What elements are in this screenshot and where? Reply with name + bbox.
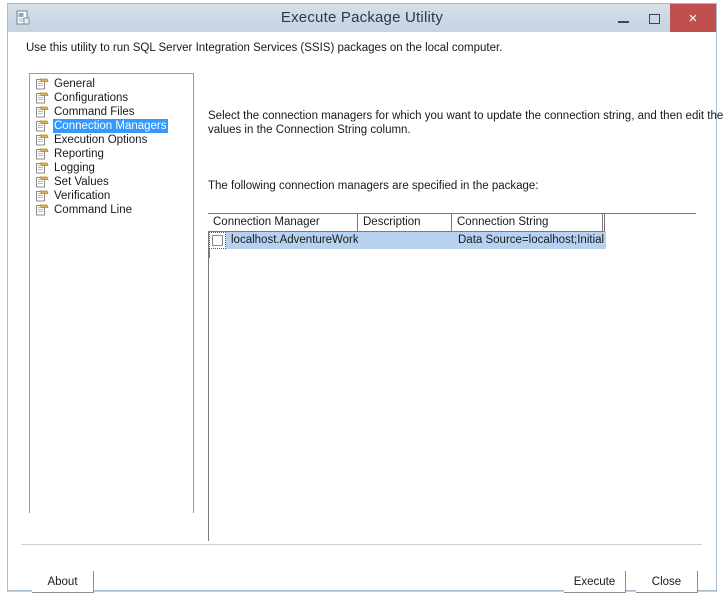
tree-item-verification[interactable]: Verification xyxy=(30,189,193,203)
tree-item-label: Command Files xyxy=(54,106,135,118)
tree-item-command-line[interactable]: Command Line xyxy=(30,203,193,217)
maximize-icon xyxy=(649,13,660,24)
tree-node-icon xyxy=(36,92,49,104)
tree-node-icon xyxy=(36,78,49,90)
tree-node-icon xyxy=(36,120,49,132)
execute-button[interactable]: Execute xyxy=(564,571,626,593)
package-utility-icon xyxy=(16,10,33,27)
tree-item-connection-managers[interactable]: Connection Managers xyxy=(30,119,193,133)
tree-item-general[interactable]: General xyxy=(30,77,193,91)
cell-connection-string[interactable]: Data Source=localhost;Initial... xyxy=(453,232,604,249)
navigation-tree[interactable]: General Configurations Command Files Connec… xyxy=(29,73,194,513)
row-select-cell[interactable] xyxy=(209,232,226,249)
tree-item-label: Verification xyxy=(54,190,111,202)
tree-node-icon xyxy=(36,148,49,160)
minimize-icon xyxy=(618,20,629,23)
tree-item-label: Configurations xyxy=(54,92,129,104)
tree-item-reporting[interactable]: Reporting xyxy=(30,147,193,161)
cell-spacer xyxy=(604,232,606,249)
tree-item-logging[interactable]: Logging xyxy=(30,161,193,175)
pane-description-line2: values in the Connection String column. xyxy=(208,124,411,136)
tree-item-command-files[interactable]: Command Files xyxy=(30,105,193,119)
table-row[interactable]: localhost.AdventureWork... Data Source=lo… xyxy=(209,232,606,249)
tree-node-icon xyxy=(36,204,49,216)
grid-column-header[interactable]: Connection Manager xyxy=(208,214,358,232)
execute-package-utility-window: Execute Package Utility × Use this utili… xyxy=(0,0,724,599)
tree-node-icon xyxy=(36,106,49,118)
tree-item-configurations[interactable]: Configurations xyxy=(30,91,193,105)
row-checkbox[interactable] xyxy=(212,235,223,246)
minimize-button[interactable] xyxy=(608,4,639,33)
grid-row-cursor xyxy=(209,249,210,258)
tree-item-label: Logging xyxy=(54,162,95,174)
window-controls: × xyxy=(608,4,716,33)
grid-column-header[interactable]: Description xyxy=(358,214,452,232)
tree-item-execution-options[interactable]: Execution Options xyxy=(30,133,193,147)
tree-item-label: Execution Options xyxy=(54,134,148,146)
cell-connection-manager[interactable]: localhost.AdventureWork... xyxy=(226,232,358,249)
title-bar[interactable]: Execute Package Utility × xyxy=(7,3,717,33)
tree-item-label: General xyxy=(54,78,95,90)
tree-node-icon xyxy=(36,162,49,174)
tree-node-icon xyxy=(36,176,49,188)
pane-list-intro: The following connection managers are sp… xyxy=(208,180,539,192)
cell-description[interactable] xyxy=(358,232,453,249)
about-button[interactable]: About xyxy=(32,571,94,593)
grid-header-row: Connection Manager Description Connection … xyxy=(208,214,605,232)
grid-column-header[interactable]: Connection String xyxy=(452,214,603,232)
maximize-button[interactable] xyxy=(639,4,670,33)
footer-separator xyxy=(21,544,702,545)
close-button[interactable]: × xyxy=(670,4,716,33)
tree-item-label: Reporting xyxy=(54,148,104,160)
close-dialog-button[interactable]: Close xyxy=(636,571,698,593)
client-area: Use this utility to run SQL Server Integ… xyxy=(8,32,723,593)
grid-left-edge xyxy=(208,214,209,541)
tree-item-set-values[interactable]: Set Values xyxy=(30,175,193,189)
tree-node-icon xyxy=(36,190,49,202)
close-icon: × xyxy=(688,10,698,27)
intro-text: Use this utility to run SQL Server Integ… xyxy=(26,42,503,54)
tree-node-icon xyxy=(36,134,49,146)
grid-column-header[interactable] xyxy=(603,214,605,232)
tree-item-label: Command Line xyxy=(54,204,132,216)
connection-managers-grid[interactable]: Connection Manager Description Connection … xyxy=(208,213,696,541)
tree-item-label: Set Values xyxy=(54,176,109,188)
tree-item-label: Connection Managers xyxy=(53,119,168,133)
pane-description-line1: Select the connection managers for which… xyxy=(208,110,724,122)
